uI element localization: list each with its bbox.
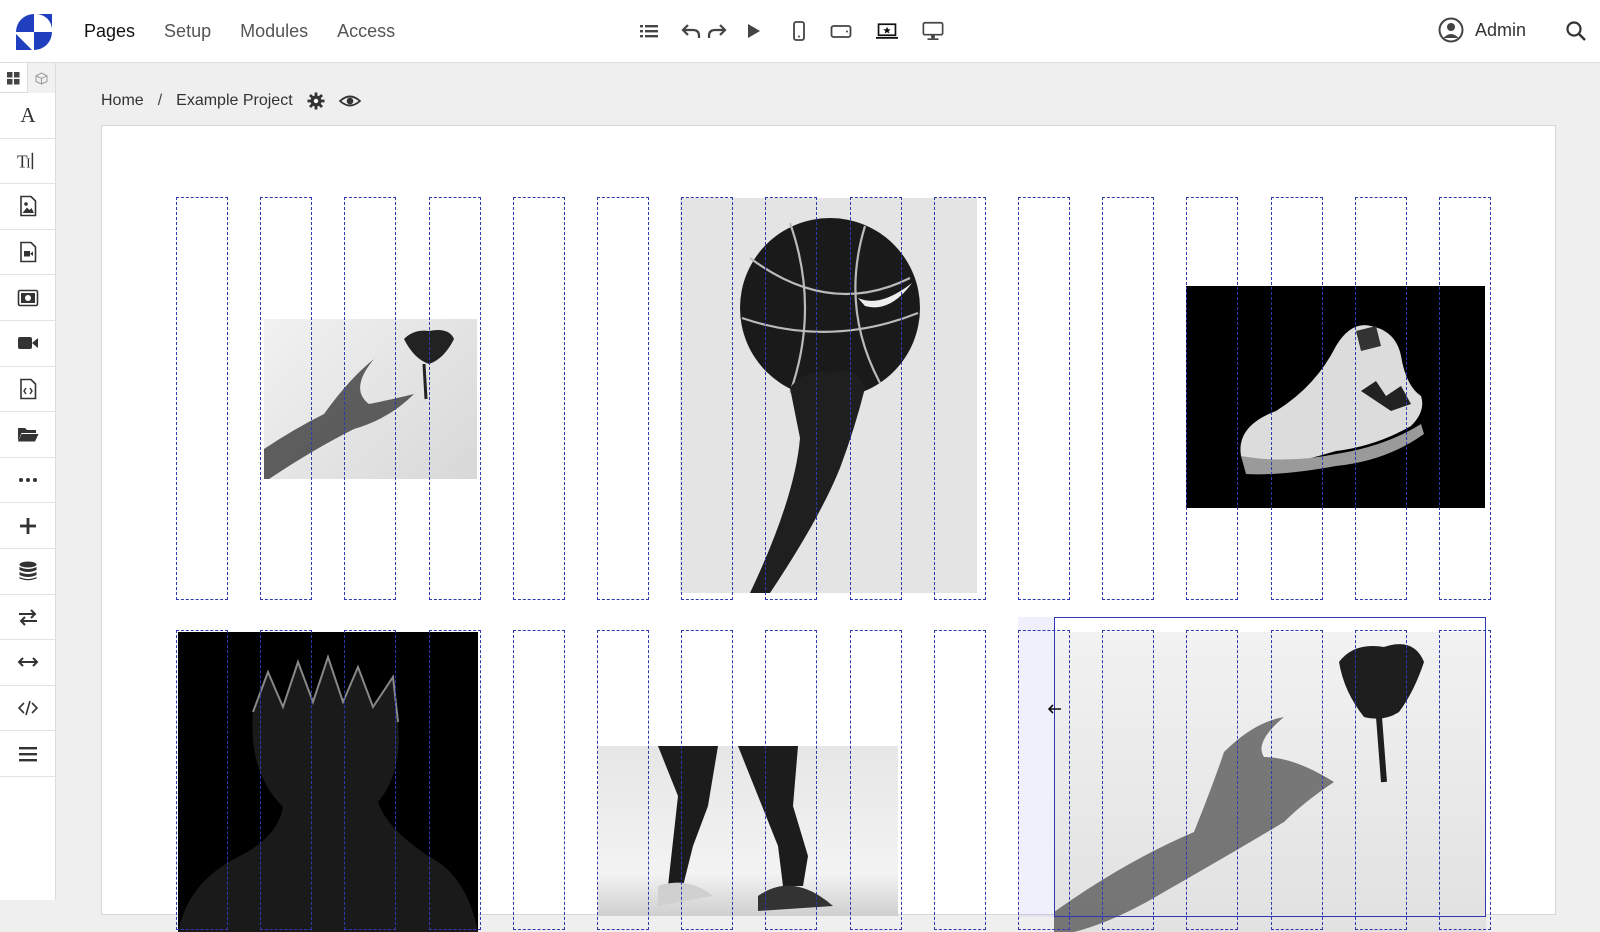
grid-guide-column (1018, 197, 1070, 600)
grid-guide-column (681, 197, 734, 600)
swap-icon[interactable] (0, 595, 55, 641)
grid-guide-column (1018, 630, 1070, 930)
video-camera-icon[interactable] (0, 321, 55, 367)
grid-guide-column (765, 630, 818, 930)
grid-guide-column (681, 630, 734, 930)
grid-guide-column (933, 630, 986, 930)
grid-guide-column (260, 197, 313, 600)
more-icon[interactable] (0, 458, 55, 504)
redo-icon[interactable] (704, 18, 730, 44)
photo-icon[interactable] (0, 275, 55, 321)
grid-guide-column (176, 630, 228, 930)
laptop-view-icon[interactable] (874, 18, 900, 44)
folder-icon[interactable] (0, 412, 55, 458)
grid-guide-column (1270, 197, 1323, 600)
database-icon[interactable] (0, 549, 55, 595)
grid-guide-column (849, 630, 902, 930)
menu-icon[interactable] (0, 731, 55, 777)
tablet-view-icon[interactable] (828, 18, 854, 44)
phone-view-icon[interactable] (786, 18, 812, 44)
cube-icon[interactable] (27, 63, 55, 93)
grid-guide-column (344, 197, 397, 600)
grid-guide-column (344, 630, 397, 930)
grid-guide-column (1186, 630, 1239, 930)
undo-icon[interactable] (678, 18, 704, 44)
grid-guide-column (1270, 630, 1323, 930)
nav-pages[interactable]: Pages (84, 21, 135, 42)
play-icon[interactable] (740, 18, 766, 44)
grid-guide-column (260, 630, 313, 930)
page-canvas[interactable] (101, 125, 1556, 932)
svg-text:I: I (26, 155, 31, 170)
nav-access[interactable]: Access (337, 21, 395, 42)
video-file-icon[interactable] (0, 230, 55, 276)
text-block-icon[interactable]: TI (0, 139, 55, 185)
settings-gear-icon[interactable] (307, 92, 325, 110)
grid-guide-column (1439, 197, 1491, 600)
tool-sidebar: A TI (0, 63, 56, 900)
grid-guide-column (933, 197, 986, 600)
svg-text:A: A (20, 104, 36, 126)
editor-toolbar (636, 16, 946, 46)
breadcrumb: Home / Example Project (101, 92, 361, 110)
grid-guide-column (428, 197, 481, 600)
grid-guide-column (428, 630, 481, 930)
grid-guide-column (512, 630, 565, 930)
image-file-icon[interactable] (0, 184, 55, 230)
grid-guide-column (1102, 630, 1155, 930)
app-logo[interactable] (16, 14, 52, 50)
grid-guide-column (1354, 197, 1407, 600)
grid-icon[interactable] (0, 63, 27, 93)
nav-setup[interactable]: Setup (164, 21, 211, 42)
list-icon[interactable] (636, 18, 662, 44)
resize-horizontal-icon[interactable] (0, 640, 55, 686)
user-name: Admin (1475, 19, 1527, 40)
grid-guide-column (176, 197, 228, 600)
top-bar: Pages Setup Modules Access Admin (0, 0, 1600, 63)
desktop-view-icon[interactable] (920, 18, 946, 44)
nav-modules[interactable]: Modules (240, 21, 308, 42)
main-nav: Pages Setup Modules Access (84, 0, 395, 63)
preview-eye-icon[interactable] (338, 92, 361, 110)
sidebar-tabs (0, 63, 55, 93)
user-menu[interactable]: Admin (1438, 17, 1526, 43)
grid-guide-column (1354, 630, 1407, 930)
code-file-icon[interactable] (0, 367, 55, 413)
add-icon[interactable] (0, 503, 55, 549)
avatar-icon (1438, 17, 1464, 43)
breadcrumb-separator: / (157, 92, 163, 109)
font-icon[interactable]: A (0, 93, 55, 139)
code-icon[interactable] (0, 686, 55, 732)
search-icon[interactable] (1565, 20, 1587, 42)
breadcrumb-project[interactable]: Example Project (176, 92, 293, 110)
grid-guide-column (849, 197, 902, 600)
grid-guide-column (1102, 197, 1155, 600)
grid-guide-column (765, 197, 818, 600)
grid-guide-column (1439, 630, 1491, 930)
grid-guide-column (1186, 197, 1239, 600)
breadcrumb-home[interactable]: Home (101, 92, 144, 110)
grid-guide-column (597, 630, 649, 930)
grid-guide-column (512, 197, 565, 600)
grid-guide-column (597, 197, 649, 600)
